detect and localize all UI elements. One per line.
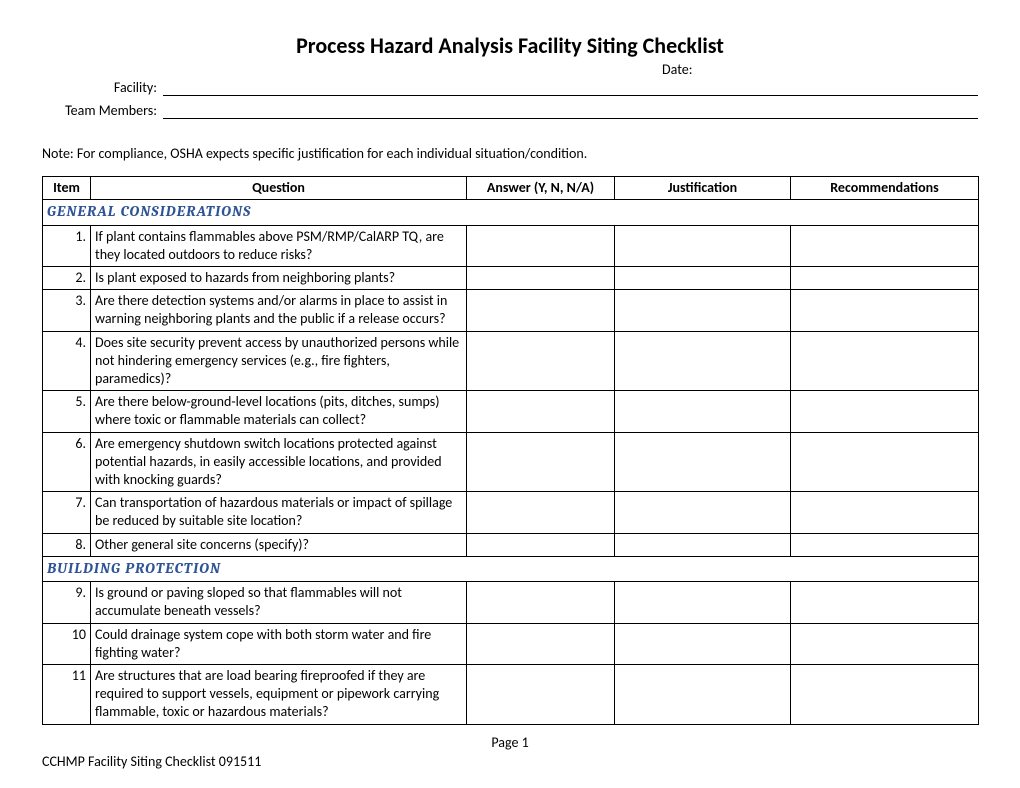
page-number: Page 1 [42,734,978,751]
table-header-row: Item Question Answer (Y, N, N/A) Justifi… [43,177,979,200]
facility-row: Date: Facility: [42,79,978,96]
team-row: Team Members: [42,102,978,119]
table-row: 5.Are there below-ground-level locations… [43,391,979,432]
question-cell: Other general site concerns (specify)? [91,533,467,556]
section-header: GENERAL CONSIDERATIONS [43,200,979,226]
answer-cell [467,492,615,533]
table-row: 1.If plant contains flammables above PSM… [43,225,979,266]
table-row: 8.Other general site concerns (specify)? [43,533,979,556]
item-number: 5. [43,391,91,432]
question-cell: Does site security prevent access by una… [91,331,467,391]
justification-cell [615,492,791,533]
item-number: 9. [43,582,91,623]
recommendations-cell [791,432,979,492]
answer-cell [467,582,615,623]
recommendations-cell [791,225,979,266]
team-line [163,102,978,119]
answer-cell [467,623,615,664]
page-footer: Page 1 CCHMP Facility Siting Checklist 0… [42,734,978,770]
note-text: Note: For compliance, OSHA expects speci… [42,145,978,162]
recommendations-cell [791,582,979,623]
justification-cell [615,391,791,432]
recommendations-cell [791,664,979,724]
table-row: 2.Is plant exposed to hazards from neigh… [43,267,979,290]
table-row: 6.Are emergency shutdown switch location… [43,432,979,492]
recommendations-cell [791,391,979,432]
col-recommendations: Recommendations [791,177,979,200]
recommendations-cell [791,533,979,556]
item-number: 4. [43,331,91,391]
col-question: Question [91,177,467,200]
item-number: 11 [43,664,91,724]
section-header: BUILDING PROTECTION [43,556,979,582]
checklist-table: Item Question Answer (Y, N, N/A) Justifi… [42,176,979,725]
justification-cell [615,533,791,556]
justification-cell [615,582,791,623]
page-title: Process Hazard Analysis Facility Siting … [42,32,978,59]
answer-cell [467,290,615,331]
justification-cell [615,225,791,266]
recommendations-cell [791,290,979,331]
col-item: Item [43,177,91,200]
table-row: 11Are structures that are load bearing f… [43,664,979,724]
question-cell: Are structures that are load bearing fir… [91,664,467,724]
answer-cell [467,432,615,492]
item-number: 1. [43,225,91,266]
col-answer: Answer (Y, N, N/A) [467,177,615,200]
answer-cell [467,664,615,724]
facility-line [163,79,978,96]
recommendations-cell [791,267,979,290]
question-cell: If plant contains flammables above PSM/R… [91,225,467,266]
item-number: 6. [43,432,91,492]
justification-cell [615,331,791,391]
answer-cell [467,267,615,290]
table-row: 3.Are there detection systems and/or ala… [43,290,979,331]
team-label: Team Members: [42,102,163,119]
item-number: 10 [43,623,91,664]
question-cell: Are there detection systems and/or alarm… [91,290,467,331]
question-cell: Are emergency shutdown switch locations … [91,432,467,492]
col-justification: Justification [615,177,791,200]
question-cell: Can transportation of hazardous material… [91,492,467,533]
justification-cell [615,623,791,664]
item-number: 7. [43,492,91,533]
question-cell: Could drainage system cope with both sto… [91,623,467,664]
answer-cell [467,331,615,391]
question-cell: Is ground or paving sloped so that flamm… [91,582,467,623]
justification-cell [615,267,791,290]
doc-id: CCHMP Facility Siting Checklist 091511 [42,753,978,770]
item-number: 8. [43,533,91,556]
justification-cell [615,432,791,492]
answer-cell [467,225,615,266]
justification-cell [615,290,791,331]
table-row: 4.Does site security prevent access by u… [43,331,979,391]
answer-cell [467,533,615,556]
justification-cell [615,664,791,724]
recommendations-cell [791,492,979,533]
recommendations-cell [791,331,979,391]
item-number: 2. [43,267,91,290]
answer-cell [467,391,615,432]
table-row: 9.Is ground or paving sloped so that fla… [43,582,979,623]
facility-label: Facility: [42,79,163,96]
item-number: 3. [43,290,91,331]
question-cell: Is plant exposed to hazards from neighbo… [91,267,467,290]
question-cell: Are there below-ground-level locations (… [91,391,467,432]
table-row: 7.Can transportation of hazardous materi… [43,492,979,533]
date-label: Date: [662,61,692,78]
recommendations-cell [791,623,979,664]
table-row: 10Could drainage system cope with both s… [43,623,979,664]
